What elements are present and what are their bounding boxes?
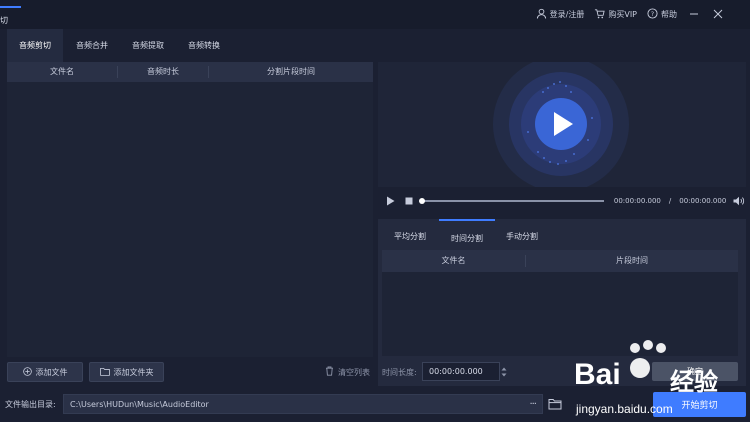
clear-list-label: 清空列表: [338, 367, 370, 377]
trash-icon: [325, 366, 334, 378]
output-dir-label: 文件输出目录:: [5, 400, 56, 409]
stop-button[interactable]: [402, 194, 416, 208]
add-icon: [22, 366, 32, 378]
login-label: 登录/注册: [549, 9, 585, 19]
tab-manual-split[interactable]: 手动分割: [496, 219, 548, 252]
svg-text:?: ?: [651, 9, 654, 17]
column-audio-duration: 音频时长: [147, 67, 179, 76]
app-title: 切: [0, 16, 8, 25]
buy-vip-button[interactable]: 购买VIP: [594, 8, 637, 21]
buy-vip-label: 购买VIP: [608, 9, 637, 19]
column-split-time: 分割片段时间: [267, 67, 315, 76]
tab-audio-convert[interactable]: 音频转换: [176, 29, 232, 62]
column-segment-file-name: 文件名: [441, 256, 466, 265]
duration-stepper[interactable]: [500, 362, 508, 381]
open-folder-button[interactable]: [546, 395, 564, 413]
file-list-header: 文件名 音频时长 分割片段时间: [7, 62, 373, 82]
segment-list-header: 文件名 片段时间: [382, 250, 738, 272]
output-dir-path: C:\Users\HUDun\Music\AudioEditor: [70, 399, 209, 409]
stepper-down-icon[interactable]: [501, 373, 507, 377]
output-dir-field[interactable]: C:\Users\HUDun\Music\AudioEditor ···: [63, 394, 543, 414]
tab-average-split[interactable]: 平均分割: [384, 219, 436, 252]
time-separator: /: [668, 196, 672, 205]
cart-icon: [594, 8, 605, 21]
minimize-button[interactable]: [687, 7, 701, 21]
top-right-controls: 登录/注册 购买VIP ? 帮助: [536, 7, 725, 21]
file-list-panel: 文件名 音频时长 分割片段时间: [7, 62, 373, 357]
watermark-brand: Bai: [574, 358, 621, 391]
duration-label: 时间长度:: [382, 368, 417, 377]
title-accent-line: [0, 6, 21, 8]
help-label: 帮助: [661, 9, 677, 19]
volume-icon: [733, 196, 745, 205]
column-segment-time: 片段时间: [616, 256, 648, 265]
add-folder-label: 添加文件夹: [113, 367, 154, 377]
play-icon: [387, 196, 395, 205]
progress-knob[interactable]: [419, 197, 426, 204]
tab-audio-extract[interactable]: 音频提取: [120, 29, 176, 62]
duration-input[interactable]: 00:00:00.000: [422, 362, 500, 381]
stop-icon: [405, 197, 413, 204]
minimize-icon: [690, 13, 698, 15]
tab-audio-cut[interactable]: 音频剪切: [7, 29, 63, 62]
add-file-label: 添加文件: [35, 367, 68, 377]
current-time: 00:00:00.000: [613, 196, 661, 205]
play-button[interactable]: [384, 194, 398, 208]
add-file-button[interactable]: 添加文件: [7, 362, 83, 382]
file-list-body[interactable]: [7, 82, 373, 357]
open-folder-icon: [548, 399, 562, 410]
close-icon: [713, 9, 723, 19]
user-icon: [536, 8, 547, 21]
watermark-brand-cn: 经验: [670, 368, 718, 396]
total-time: 00:00:00.000: [679, 196, 727, 205]
stepper-up-icon[interactable]: [501, 367, 507, 371]
watermark: Bai 经验 jingyan.baidu.com: [570, 340, 748, 420]
tab-audio-merge[interactable]: 音频合并: [64, 29, 120, 62]
clear-list-button[interactable]: 清空列表: [325, 366, 370, 378]
column-file-name: 文件名: [50, 67, 74, 76]
close-button[interactable]: [711, 7, 725, 21]
help-button[interactable]: ? 帮助: [647, 7, 677, 21]
folder-icon: [99, 367, 110, 378]
main-tab-bar: 音频剪切 音频合并 音频提取 音频转换: [0, 29, 750, 62]
music-disc-graphic: [493, 62, 629, 187]
playback-controls: 00:00:00.000 / 00:00:00.000: [378, 187, 746, 214]
volume-button[interactable]: [732, 194, 746, 208]
add-folder-button[interactable]: 添加文件夹: [89, 362, 164, 382]
more-button[interactable]: ···: [529, 399, 536, 410]
tab-time-split[interactable]: 时间分割: [439, 219, 495, 252]
help-icon: ?: [647, 7, 658, 21]
audio-preview: [378, 62, 746, 187]
watermark-url: jingyan.baidu.com: [576, 402, 673, 416]
login-button[interactable]: 登录/注册: [536, 8, 585, 21]
progress-slider[interactable]: [419, 197, 604, 204]
